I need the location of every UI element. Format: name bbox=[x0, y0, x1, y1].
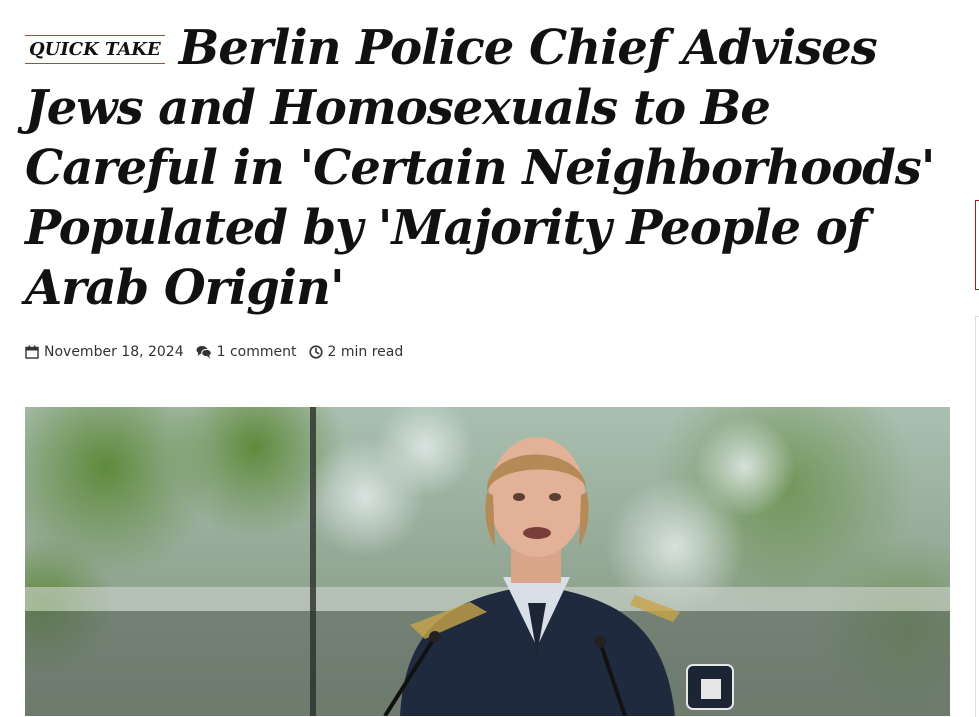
calendar-icon bbox=[25, 345, 39, 359]
article-hero-image bbox=[25, 407, 950, 716]
article-headline: QUICK TAKE Berlin Police Chief Advises Je… bbox=[25, 18, 955, 318]
date-meta: November 18, 2024 bbox=[25, 344, 184, 360]
sidebar-accent-edge bbox=[975, 200, 979, 290]
comments-meta[interactable]: 1 comment bbox=[196, 344, 297, 360]
quick-take-tag[interactable]: QUICK TAKE bbox=[25, 35, 165, 64]
sidebar-divider bbox=[975, 316, 979, 717]
comments-icon bbox=[196, 346, 212, 359]
clock-icon bbox=[308, 345, 323, 359]
police-chief-photo bbox=[25, 407, 950, 716]
article: QUICK TAKE Berlin Police Chief Advises Je… bbox=[25, 0, 955, 716]
article-title: Berlin Police Chief Advises Jews and Hom… bbox=[25, 20, 935, 316]
publish-date: November 18, 2024 bbox=[44, 344, 184, 360]
comment-count[interactable]: 1 comment bbox=[217, 344, 297, 360]
read-time: 2 min read bbox=[327, 344, 404, 360]
article-meta: November 18, 2024 1 comment 2 min read bbox=[25, 344, 415, 360]
read-time-meta: 2 min read bbox=[308, 344, 404, 360]
